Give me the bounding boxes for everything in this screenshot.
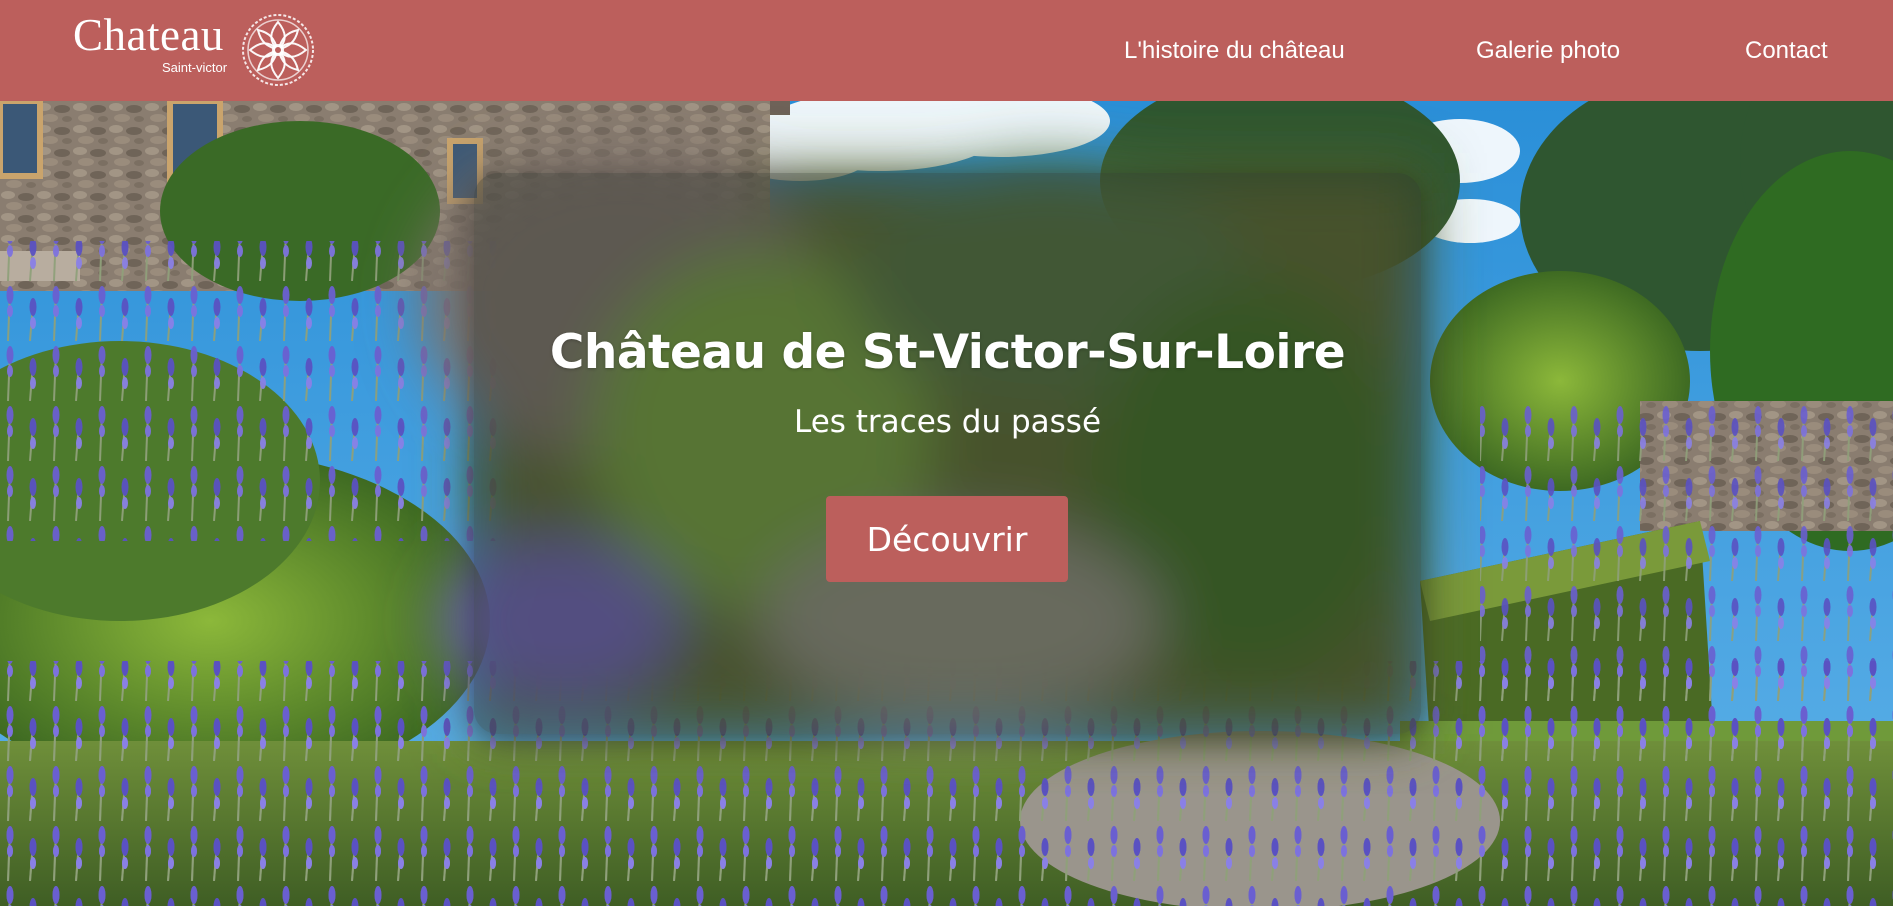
logo-title: Chateau: [73, 10, 224, 60]
discover-button[interactable]: Découvrir: [826, 496, 1068, 582]
nav-link-galerie[interactable]: Galerie photo: [1476, 33, 1620, 69]
nav-link-histoire[interactable]: L'histoire du château: [1124, 33, 1345, 69]
hero-card: Château de St-Victor-Sur-Loire Les trace…: [474, 173, 1421, 734]
logo-subtitle: Saint-victor: [162, 60, 228, 75]
rose-emblem-icon: [242, 14, 314, 86]
hero-title: Château de St-Victor-Sur-Loire: [549, 325, 1346, 380]
hero-subtitle: Les traces du passé: [793, 404, 1102, 440]
site-header: Chateau Saint-victor L'histoire du châte…: [0, 0, 1893, 101]
hero-section: Château de St-Victor-Sur-Loire Les trace…: [0, 101, 1893, 906]
site-logo[interactable]: Chateau Saint-victor: [73, 10, 333, 90]
nav-link-contact[interactable]: Contact: [1745, 33, 1828, 69]
